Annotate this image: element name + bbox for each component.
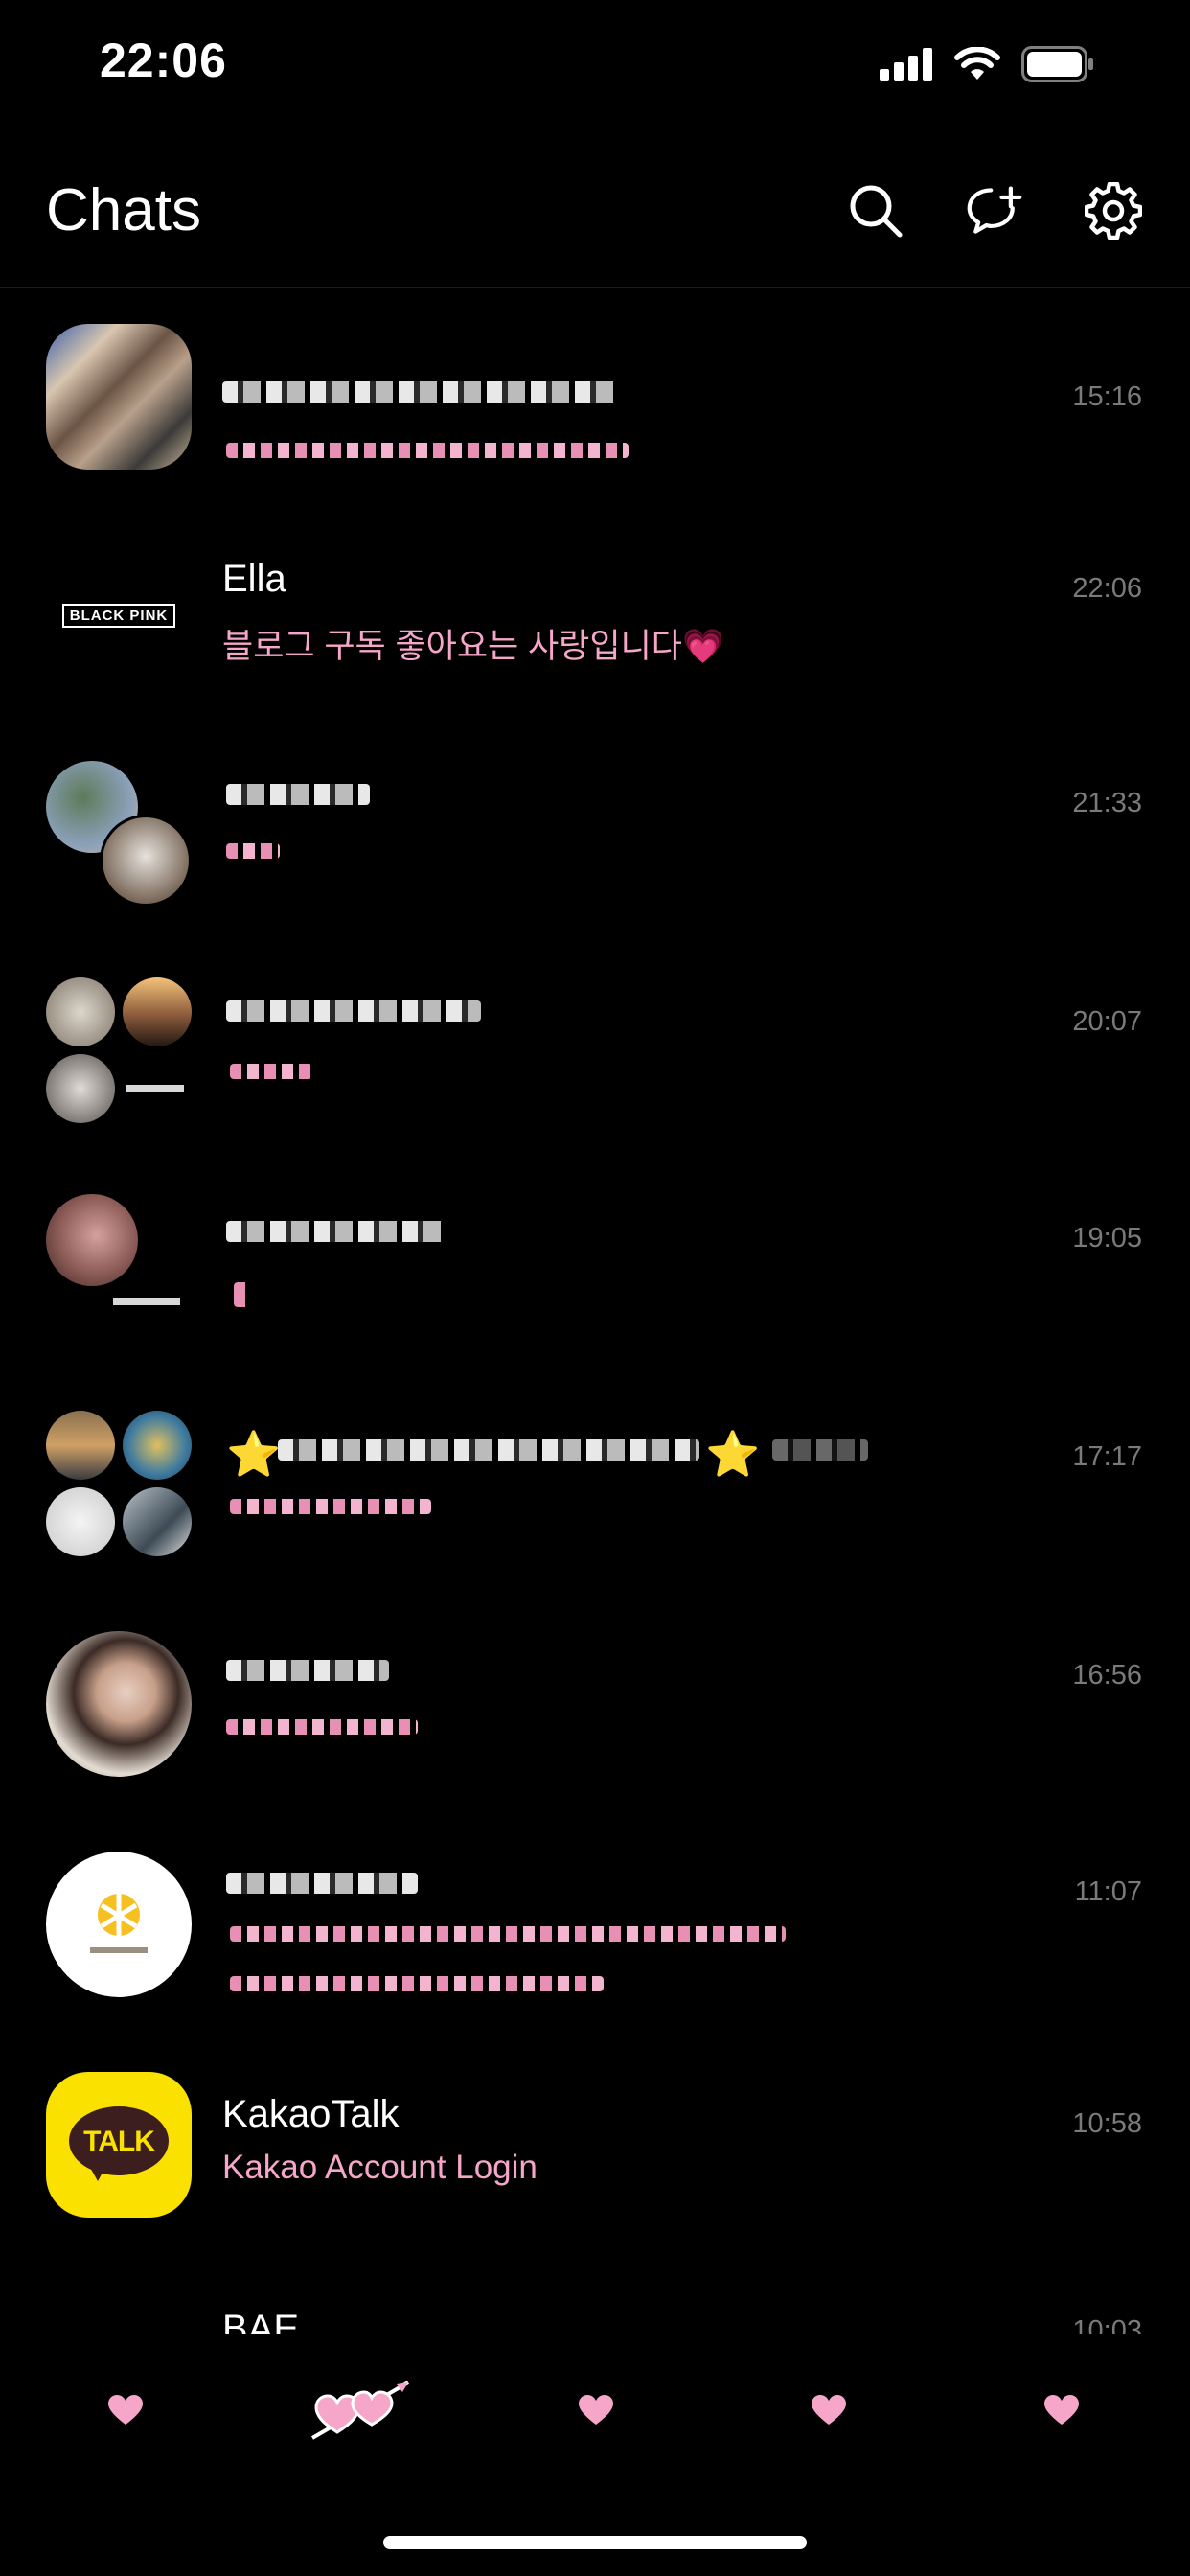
chat-time: 16:56 [1072,1660,1142,1690]
chat-name: KakaoTalk [222,2093,400,2135]
chat-time: 10:58 [1072,2108,1142,2139]
heart-icon [579,2395,613,2425]
chat-row[interactable]: BLACK PINK Ella 블로그 구독 좋아요는 사랑입니다💗 22:06 [0,533,1190,749]
heart-icon [812,2395,846,2425]
tab-chats[interactable] [309,2372,414,2449]
battery-icon [1021,46,1093,82]
chat-name-redacted [226,1660,389,1681]
avatar-logo-text: BLACK PINK [61,603,176,628]
new-chat-button[interactable] [966,182,1023,240]
chat-message-redacted [226,843,280,859]
chat-message-redacted [230,1064,312,1079]
chat-row[interactable]: 21:33 [0,749,1190,966]
chat-name-redacted [226,784,370,805]
header: Chats [0,134,1190,288]
tab-bar [0,2334,1190,2477]
chat-row[interactable]: 20:07 [0,966,1190,1183]
chat-row[interactable]: 11:07 [0,1832,1190,2049]
chat-name-redacted [226,1000,481,1022]
star-emoji: ⭐ [226,1429,282,1479]
chat-message-redacted [226,1719,418,1735]
wifi-icon [954,47,1000,80]
status-icons [880,46,1094,82]
settings-icon [1085,182,1142,240]
tab-openchat[interactable] [553,2372,639,2449]
chat-message-redacted [230,1976,604,1991]
chat-avatar: BLACK PINK [46,542,192,688]
chat-name-redacted [226,1873,418,1894]
heart-arrow-icon [310,2380,410,2440]
chat-name-redacted [278,1439,699,1460]
status-bar: 22:06 [0,0,1190,134]
chat-message-redacted [230,1499,431,1514]
chat-name: Ella [222,558,286,600]
chat-row[interactable]: 16:56 [0,1616,1190,1832]
star-emoji: ⭐ [705,1429,761,1479]
chat-avatar-group [46,978,192,1123]
settings-button[interactable] [1085,182,1142,240]
status-time: 22:06 [100,34,227,87]
chat-avatar [46,324,192,470]
tab-friends[interactable] [82,2372,169,2449]
chat-time: 17:17 [1072,1441,1142,1472]
chat-avatar-group [46,1411,192,1556]
talk-bubble-icon: TALK [69,2106,169,2183]
chat-row[interactable]: TALK KakaoTalk Kakao Account Login 10:58 [0,2072,1190,2288]
chat-avatar [46,1852,192,1997]
heart-icon [108,2395,143,2425]
home-indicator[interactable] [383,2536,807,2549]
search-icon [850,185,903,238]
chat-row[interactable]: 19:05 [0,1183,1190,1399]
chat-time: 22:06 [1072,573,1142,604]
search-button[interactable] [847,182,904,240]
tab-shopping[interactable] [786,2372,872,2449]
chat-message: Kakao Account Login [222,2149,538,2186]
tab-more[interactable] [1018,2372,1105,2449]
chat-time: 11:07 [1074,1876,1142,1907]
chat-time: 20:07 [1072,1006,1142,1037]
chat-row[interactable]: BAE 10:03 [0,2308,1190,2334]
chat-name-redacted [222,381,617,402]
chat-avatar: TALK [46,2072,192,2218]
chat-message-redacted [230,1926,786,1942]
chat-name-redacted [226,1221,446,1242]
chat-time: 21:33 [1072,788,1142,818]
member-count-redacted [772,1439,868,1460]
chat-message-redacted [234,1282,251,1307]
chat-name: BAE [222,2308,300,2334]
page-title: Chats [46,177,201,243]
chat-message-redacted [226,443,629,458]
chat-row[interactable]: ⭐ ⭐ 17:17 [0,1399,1190,1616]
chat-avatar-group [46,761,192,907]
bank-logo-icon [90,1894,148,1953]
chat-list[interactable]: 15:16 BLACK PINK Ella 블로그 구독 좋아요는 사랑입니다💗… [0,288,1190,2334]
chat-avatar-group [46,1194,192,1340]
chat-time: 15:16 [1072,381,1142,412]
header-actions [847,182,1142,240]
chat-row[interactable]: 15:16 [0,316,1190,533]
chat-message: 블로그 구독 좋아요는 사랑입니다💗 [222,628,724,665]
chat-avatar [46,1631,192,1777]
chat-time: 19:05 [1072,1223,1142,1254]
heart-icon [1044,2395,1079,2425]
new-chat-icon [967,186,1022,234]
chat-time: 10:03 [1072,2315,1142,2334]
cellular-signal-icon [880,48,932,80]
